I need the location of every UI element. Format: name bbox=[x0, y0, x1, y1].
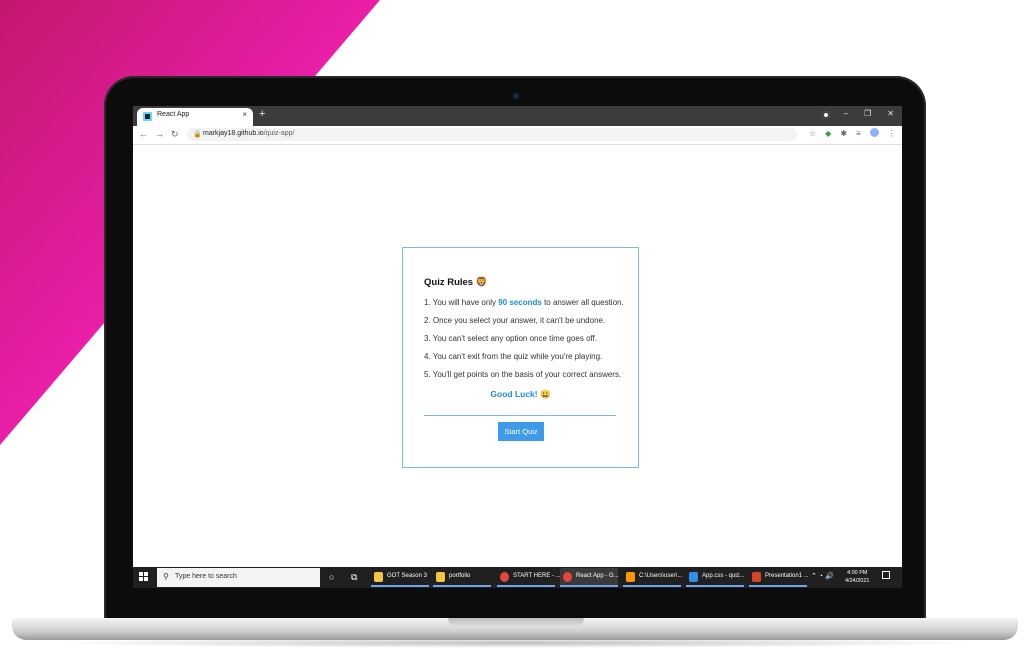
rule-item: 4. You can't exit from the quiz while yo… bbox=[424, 352, 603, 361]
taskbar-app-sublime[interactable]: C:\Users\user\... bbox=[623, 568, 683, 587]
menu-kebab-icon[interactable]: ⋮ bbox=[888, 129, 896, 138]
address-bar: ← → ↻ 🔒 markjay18.github.io/quiz-app/ ☆ … bbox=[133, 126, 902, 145]
extension-cube-icon[interactable]: ◆ bbox=[825, 129, 831, 138]
windows-start-icon[interactable] bbox=[139, 572, 149, 582]
quiz-rules-card: Quiz Rules 🦁 1. You will have only 90 se… bbox=[402, 247, 639, 468]
bookmark-star-icon[interactable]: ☆ bbox=[809, 129, 816, 138]
rule-item: 3. You can't select any option once time… bbox=[424, 334, 598, 343]
rule-item: 1. You will have only 90 seconds to answ… bbox=[424, 298, 636, 316]
rules-list: 1. You will have only 90 seconds to answ… bbox=[424, 298, 636, 388]
folder-icon bbox=[374, 572, 383, 582]
chrome-icon bbox=[563, 572, 572, 582]
quiz-rules-heading: Quiz Rules bbox=[424, 277, 474, 288]
forward-arrow-icon[interactable]: → bbox=[155, 129, 164, 139]
taskbar-app-chrome-start-here[interactable]: START HERE - ... bbox=[497, 568, 561, 587]
url-host: markjay18.github.io bbox=[203, 130, 264, 137]
url-text: markjay18.github.io/quiz-app/ bbox=[203, 130, 294, 137]
extensions-puzzle-icon[interactable]: ✱ bbox=[840, 129, 847, 138]
url-path: /quiz-app/ bbox=[263, 130, 295, 137]
taskbar-app-chrome-react-app[interactable]: React App - G... bbox=[560, 568, 619, 587]
taskbar-app-got-season-3[interactable]: GOT Season 3 bbox=[371, 568, 429, 587]
minimize-button[interactable]: – bbox=[844, 109, 848, 118]
extension-icons: ☆ ◆ ✱ ≡ ⋮ bbox=[809, 128, 896, 138]
back-arrow-icon[interactable]: ← bbox=[139, 129, 148, 139]
url-input[interactable]: 🔒 markjay18.github.io/quiz-app/ bbox=[187, 128, 797, 141]
profile-indicator-icon[interactable] bbox=[822, 111, 830, 119]
rule-1-prefix: 1. You will have only bbox=[424, 298, 499, 307]
good-luck-text: Good Luck! 😀 bbox=[403, 389, 638, 400]
system-tray-icons[interactable]: ⌃ ◔ 🔊 bbox=[811, 572, 834, 580]
clock-time: 4:00 PM bbox=[846, 570, 868, 576]
taskbar-clock[interactable]: 4:00 PM 4/24/2021 bbox=[845, 569, 869, 585]
react-favicon-icon bbox=[143, 112, 152, 121]
rule-item: 5. You'll get points on the basis of you… bbox=[424, 370, 622, 379]
lock-icon: 🔒 bbox=[193, 131, 202, 138]
good-luck-label: Good Luck! bbox=[490, 389, 538, 399]
lion-emoji-icon: 🦁 bbox=[475, 277, 488, 288]
taskbar-search-input[interactable]: ⚲ Type here to search bbox=[157, 568, 320, 587]
taskbar-app-label: App.css - quiz... bbox=[702, 573, 745, 579]
taskbar-app-portfolio[interactable]: portfolio bbox=[433, 568, 491, 587]
task-view-icon[interactable]: ⧉ bbox=[351, 572, 357, 583]
powerpoint-icon bbox=[752, 572, 761, 582]
profile-avatar-icon[interactable] bbox=[869, 128, 879, 137]
rule-1-suffix: to answer all question. bbox=[541, 298, 624, 307]
window-controls: – ❐ ✕ bbox=[844, 109, 894, 118]
search-icon: ⚲ bbox=[163, 572, 169, 581]
taskbar-app-label: React App - G... bbox=[576, 573, 619, 579]
reading-list-icon[interactable]: ≡ bbox=[856, 129, 861, 138]
quiz-rules-title: Quiz Rules 🦁 bbox=[424, 277, 488, 288]
rule-1-highlight: 90 seconds bbox=[498, 298, 542, 307]
windows-taskbar: ⚲ Type here to search ○ ⧉ GOT Season 3 p… bbox=[133, 567, 902, 588]
taskbar-app-label: portfolio bbox=[449, 573, 471, 579]
tab-title: React App bbox=[157, 111, 190, 118]
chrome-icon bbox=[500, 572, 509, 582]
tab-close-icon[interactable]: × bbox=[242, 110, 247, 119]
folder-icon bbox=[436, 572, 445, 582]
taskbar-app-powerpoint[interactable]: Presentation1 ... bbox=[749, 568, 809, 587]
vscode-icon bbox=[689, 572, 698, 582]
rule-item: 2. Once you select your answer, it can't… bbox=[424, 316, 606, 325]
card-divider bbox=[424, 415, 616, 416]
start-quiz-button[interactable]: Start Quiz bbox=[498, 422, 544, 441]
taskbar-app-label: GOT Season 3 bbox=[387, 573, 427, 579]
cortana-icon[interactable]: ○ bbox=[329, 572, 334, 582]
taskbar-app-label: C:\Users\user\... bbox=[639, 573, 683, 579]
browser-tab-react-app[interactable]: React App × bbox=[137, 108, 253, 126]
search-placeholder: Type here to search bbox=[175, 573, 237, 580]
tab-strip: React App × + – ❐ ✕ bbox=[133, 106, 902, 126]
taskbar-app-vscode[interactable]: App.css - quiz... bbox=[686, 568, 745, 587]
sublime-icon bbox=[626, 572, 635, 582]
webcam bbox=[513, 93, 519, 99]
taskbar-app-label: START HERE - ... bbox=[513, 573, 561, 579]
clock-date: 4/24/2021 bbox=[845, 578, 870, 584]
new-tab-button[interactable]: + bbox=[259, 108, 265, 120]
smile-emoji-icon: 😀 bbox=[540, 389, 551, 399]
restore-button[interactable]: ❐ bbox=[864, 109, 871, 118]
close-window-button[interactable]: ✕ bbox=[887, 109, 894, 118]
reload-icon[interactable]: ↻ bbox=[171, 129, 179, 140]
notification-icon[interactable] bbox=[882, 571, 890, 579]
browser-screen: React App × + – ❐ ✕ ← → ↻ 🔒 markjay18.gi… bbox=[133, 106, 902, 588]
laptop-notch bbox=[448, 618, 584, 628]
taskbar-app-label: Presentation1 ... bbox=[765, 573, 809, 579]
